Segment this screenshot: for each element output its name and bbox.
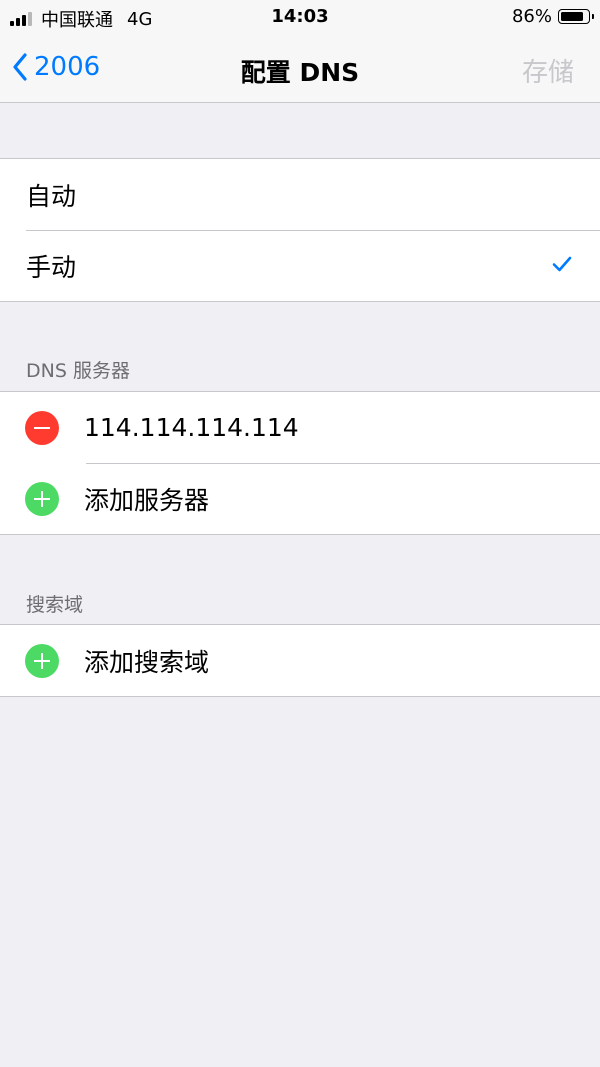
- dns-mode-group: 自动 手动: [0, 158, 600, 302]
- mode-option-label: 手动: [26, 252, 77, 282]
- add-search-domain-label: 添加搜索域: [84, 647, 210, 677]
- dns-servers-group: 114.114.114.114 添加服务器: [0, 391, 600, 535]
- mode-option-automatic[interactable]: 自动: [0, 159, 600, 230]
- mode-option-manual[interactable]: 手动: [0, 230, 600, 301]
- battery-percent: 86%: [511, 6, 552, 27]
- battery-fill: [561, 12, 584, 21]
- add-search-domain-row[interactable]: 添加搜索域: [0, 625, 600, 696]
- add-icon[interactable]: [25, 643, 59, 678]
- add-server-label: 添加服务器: [84, 485, 210, 515]
- add-server-row[interactable]: 添加服务器: [0, 463, 600, 534]
- save-button[interactable]: 存储: [522, 52, 574, 89]
- dns-servers-header: DNS 服务器: [26, 360, 130, 382]
- checkmark-icon: [552, 256, 572, 272]
- add-icon[interactable]: [25, 481, 59, 516]
- search-domains-group: 添加搜索域: [0, 624, 600, 697]
- status-bar: 中国联通 4G 14:03 86%: [0, 0, 600, 36]
- navigation-bar: 2006 配置 DNS 存储: [0, 36, 600, 103]
- dns-server-row[interactable]: 114.114.114.114: [0, 392, 600, 463]
- delete-icon[interactable]: [25, 410, 59, 445]
- page-title: 配置 DNS: [240, 58, 360, 87]
- status-right: 86%: [511, 6, 594, 27]
- status-time: 14:03: [271, 6, 329, 27]
- dns-server-address[interactable]: 114.114.114.114: [84, 413, 299, 442]
- search-domains-header: 搜索域: [26, 594, 84, 616]
- battery-icon: [558, 9, 594, 24]
- mode-option-label: 自动: [26, 181, 77, 211]
